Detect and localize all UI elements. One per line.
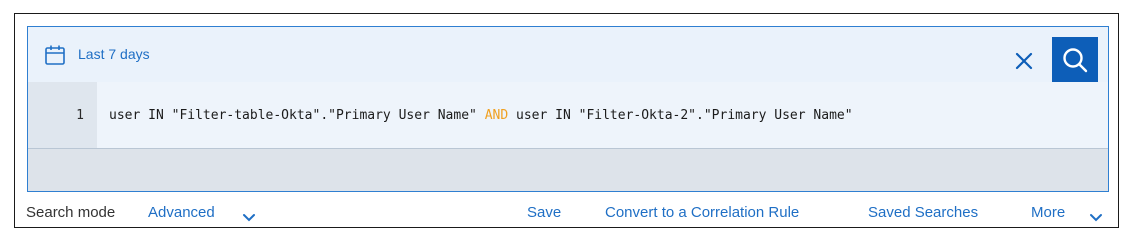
- search-icon: [1063, 48, 1088, 73]
- chevron-down-icon[interactable]: [1089, 209, 1103, 226]
- query-part-1: user IN "Filter-table-Okta"."Primary Use…: [109, 108, 485, 123]
- search-panel: Last 7 days 1 user IN "Filter-table-Okta…: [14, 13, 1119, 228]
- search-mode-dropdown[interactable]: Advanced: [148, 204, 215, 221]
- search-button[interactable]: [1052, 37, 1098, 83]
- search-mode-label: Search mode: [26, 204, 116, 221]
- calendar-icon: [44, 44, 66, 66]
- saved-searches-button[interactable]: Saved Searches: [868, 204, 978, 221]
- query-part-2: user IN "Filter-Okta-2"."Primary User Na…: [508, 108, 853, 123]
- query-editor[interactable]: 1 user IN "Filter-table-Okta"."Primary U…: [28, 82, 1108, 149]
- date-range-picker[interactable]: Last 7 days: [28, 27, 159, 83]
- save-button[interactable]: Save: [527, 204, 561, 221]
- line-gutter: 1: [28, 82, 97, 148]
- editor-footer: [28, 149, 1108, 191]
- close-icon[interactable]: [1013, 50, 1035, 72]
- query-text[interactable]: user IN "Filter-table-Okta"."Primary Use…: [109, 108, 853, 123]
- query-keyword-and: AND: [484, 108, 509, 123]
- date-range-label: Last 7 days: [78, 46, 150, 62]
- chevron-down-icon[interactable]: [242, 209, 256, 226]
- convert-correlation-rule-button[interactable]: Convert to a Correlation Rule: [605, 204, 799, 221]
- more-button[interactable]: More: [1031, 204, 1065, 221]
- search-toolbar: Search mode Advanced Save Convert to a C…: [26, 200, 1111, 224]
- query-editor-box: Last 7 days 1 user IN "Filter-table-Okta…: [27, 26, 1109, 192]
- line-number: 1: [76, 108, 84, 123]
